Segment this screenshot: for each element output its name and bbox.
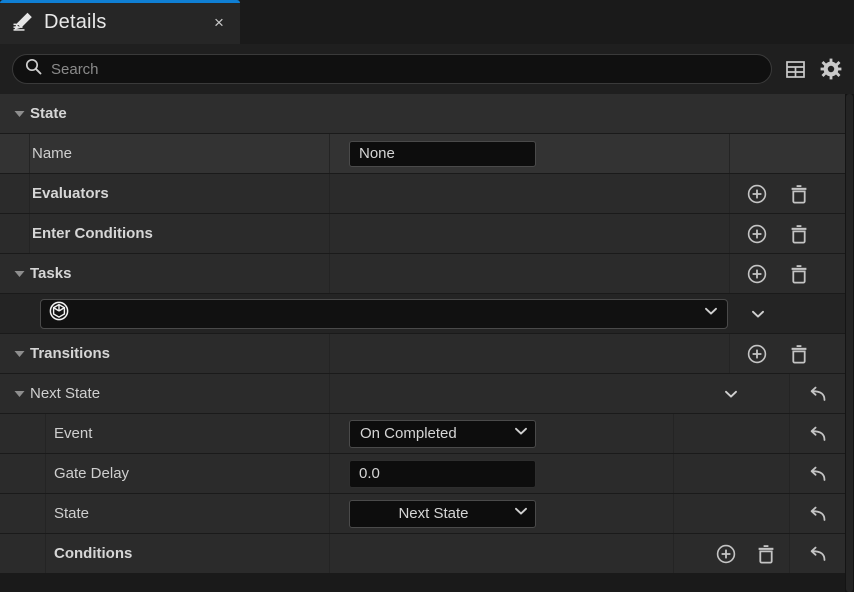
chevron-down-icon[interactable] [703, 303, 719, 324]
tab-bar: Details × [0, 0, 854, 44]
expand-triangle-state[interactable] [8, 107, 30, 120]
state-combo-value: Next State [398, 505, 469, 522]
delete-tasks-button[interactable] [786, 261, 812, 287]
expand-triangle-tasks[interactable] [8, 267, 30, 280]
event-combo-value: On Completed [360, 425, 457, 442]
chevron-down-icon [513, 503, 529, 524]
details-property-list: State Name None Evaluators Enter Conditi… [0, 94, 854, 592]
row-evaluators: Evaluators [0, 174, 845, 214]
event-combo[interactable]: On Completed [349, 419, 536, 448]
label-name: Name [32, 145, 73, 162]
scrollbar-thumb[interactable] [846, 94, 853, 592]
row-enter-conditions: Enter Conditions [0, 214, 845, 254]
table-columns-icon[interactable] [782, 56, 808, 82]
row-gate-delay: Gate Delay 0.0 [0, 454, 845, 494]
search-box[interactable] [12, 54, 772, 84]
row-task-entry [0, 294, 845, 334]
delete-transitions-button[interactable] [786, 341, 812, 367]
name-field-value: None [359, 145, 395, 162]
section-header-state[interactable]: State [0, 94, 845, 134]
label-evaluators: Evaluators [32, 185, 109, 202]
reset-gate-delay-button[interactable] [805, 461, 831, 487]
search-input[interactable] [51, 60, 759, 78]
tab-title: Details [44, 10, 107, 33]
reset-state-button[interactable] [805, 501, 831, 527]
delete-enter-conditions-button[interactable] [786, 221, 812, 247]
expand-triangle-transitions[interactable] [8, 347, 30, 360]
label-state-field: State [54, 505, 90, 522]
label-tasks: Tasks [30, 265, 72, 282]
details-pencil-icon [12, 11, 34, 33]
delete-evaluators-button[interactable] [786, 181, 812, 207]
label-transitions: Transitions [30, 345, 111, 362]
gate-delay-field[interactable]: 0.0 [349, 459, 536, 488]
close-icon[interactable]: × [208, 11, 230, 33]
tab-details[interactable]: Details × [0, 0, 240, 44]
reset-next-state-button[interactable] [805, 381, 831, 407]
next-state-options-chevron[interactable] [718, 381, 744, 407]
scrollbar-track[interactable] [845, 94, 854, 592]
row-next-state: Next State [0, 374, 845, 414]
chevron-down-icon [513, 423, 529, 444]
label-next-state: Next State [30, 385, 101, 402]
gate-delay-value: 0.0 [359, 465, 380, 482]
label-conditions: Conditions [54, 545, 133, 562]
add-enter-condition-button[interactable] [744, 221, 770, 247]
row-tasks: Tasks [0, 254, 845, 294]
add-condition-button[interactable] [713, 541, 739, 567]
label-gate-delay: Gate Delay [54, 465, 130, 482]
row-transitions: Transitions [0, 334, 845, 374]
cube-class-icon [49, 301, 69, 326]
expand-triangle-next-state[interactable] [8, 387, 30, 400]
delete-conditions-button[interactable] [753, 541, 779, 567]
add-task-button[interactable] [744, 261, 770, 287]
row-name-actions [729, 134, 845, 173]
reset-conditions-button[interactable] [805, 541, 831, 567]
search-toolbar [0, 44, 854, 94]
add-transition-button[interactable] [744, 341, 770, 367]
row-state-field: State Next State [0, 494, 845, 534]
label-event: Event [54, 425, 93, 442]
row-event: Event On Completed [0, 414, 845, 454]
section-label-state: State [30, 105, 67, 122]
task-class-picker[interactable] [40, 298, 728, 329]
row-name: Name None [0, 134, 845, 174]
row-conditions: Conditions [0, 534, 845, 574]
reset-event-button[interactable] [805, 421, 831, 447]
add-evaluator-button[interactable] [744, 181, 770, 207]
name-field[interactable]: None [349, 140, 536, 167]
search-icon [25, 58, 42, 80]
state-combo[interactable]: Next State [349, 499, 536, 528]
gear-icon[interactable] [818, 56, 844, 82]
label-enter-conditions: Enter Conditions [32, 225, 153, 242]
task-row-options[interactable] [728, 306, 788, 322]
